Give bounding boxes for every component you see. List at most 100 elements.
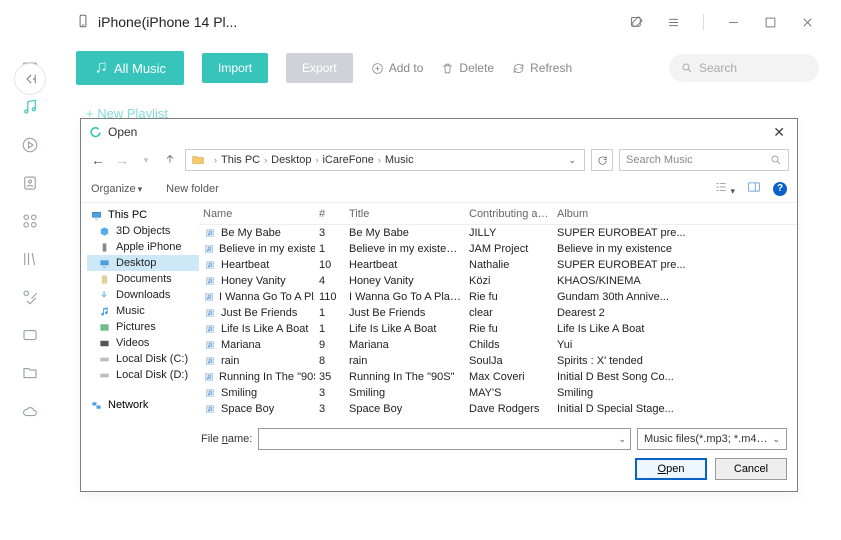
- crumb-segment[interactable]: This PC: [221, 154, 260, 166]
- view-mode-button[interactable]: ▾: [714, 180, 735, 197]
- delete-button[interactable]: Delete: [441, 61, 494, 75]
- music-file-icon: [203, 307, 217, 319]
- dialog-navbar: ← → ▾ › This PC › Desktop › iCareFone › …: [81, 145, 797, 175]
- minimize-icon[interactable]: [726, 15, 741, 30]
- crumb-segment[interactable]: Desktop: [271, 154, 311, 166]
- help-icon[interactable]: ?: [773, 182, 787, 196]
- file-row[interactable]: Smiling3SmilingMAY'SSmiling: [199, 385, 797, 401]
- dialog-toolbar: Organize▾ New folder ▾ ?: [81, 175, 797, 203]
- music-file-icon: [203, 371, 215, 383]
- search-input[interactable]: Search: [669, 54, 819, 82]
- music-file-icon: [203, 387, 217, 399]
- crumb-segment[interactable]: iCareFone: [322, 154, 373, 166]
- breadcrumb[interactable]: › This PC › Desktop › iCareFone › Music …: [185, 149, 585, 171]
- close-icon[interactable]: [800, 15, 815, 30]
- column-header[interactable]: #: [315, 208, 345, 220]
- tree-network[interactable]: Network: [87, 397, 199, 413]
- crumb-segment[interactable]: Music: [385, 154, 414, 166]
- bookmarks-icon[interactable]: [21, 288, 39, 306]
- file-row[interactable]: rain8rainSoulJaSpirits : X' tended: [199, 353, 797, 369]
- file-row[interactable]: Heartbeat10HeartbeatNathalieSUPER EUROBE…: [199, 257, 797, 273]
- video-icon[interactable]: [21, 136, 39, 154]
- tree-item[interactable]: Music: [87, 303, 199, 319]
- back-button[interactable]: [14, 63, 46, 95]
- tree-item[interactable]: Local Disk (D:): [87, 367, 199, 383]
- folder-icon: [97, 369, 111, 381]
- music-icon[interactable]: [21, 98, 39, 116]
- folder-tree: This PC 3D ObjectsApple iPhoneDesktopDoc…: [81, 203, 199, 421]
- tree-item[interactable]: Videos: [87, 335, 199, 351]
- dialog-title: Open: [108, 125, 137, 139]
- file-open-dialog: Open ✕ ← → ▾ › This PC › Desktop › iCare…: [80, 118, 798, 492]
- folder-icon: [97, 337, 111, 349]
- chevron-down-icon[interactable]: ⌄: [618, 434, 626, 445]
- music-file-icon: [203, 355, 217, 367]
- column-header[interactable]: Title: [345, 208, 465, 220]
- file-row[interactable]: Running In The "90S"35Running In The "90…: [199, 369, 797, 385]
- filename-input[interactable]: ⌄: [258, 428, 631, 450]
- tree-item[interactable]: Pictures: [87, 319, 199, 335]
- refresh-icon[interactable]: [591, 149, 613, 171]
- app-toolbar: iPhone(iPhone 14 Pl...: [60, 0, 841, 44]
- messages-icon[interactable]: [21, 326, 39, 344]
- file-row[interactable]: Just Be Friends1Just Be FriendsclearDear…: [199, 305, 797, 321]
- open-button[interactable]: Open: [635, 458, 707, 480]
- file-row[interactable]: I Wanna Go To A Pl...110I Wanna Go To A …: [199, 289, 797, 305]
- menu-icon[interactable]: [666, 15, 681, 30]
- folder-icon: [97, 353, 111, 365]
- organize-button[interactable]: Organize▾: [91, 183, 142, 195]
- folder-icon: [97, 257, 111, 269]
- file-row[interactable]: Believe in my existe...1Believe in my ex…: [199, 241, 797, 257]
- add-to-button[interactable]: Add to: [371, 61, 424, 75]
- file-row[interactable]: Honey Vanity4Honey VanityKöziKHAOS/KINEM…: [199, 273, 797, 289]
- tree-item[interactable]: Downloads: [87, 287, 199, 303]
- file-type-select[interactable]: Music files(*.mp3; *.m4a;*.aac;* ⌄: [637, 428, 787, 450]
- breadcrumb-dropdown-icon[interactable]: ⌄: [568, 155, 580, 166]
- files-icon[interactable]: [21, 364, 39, 382]
- file-row[interactable]: Life Is Like A Boat1Life Is Like A BoatR…: [199, 321, 797, 337]
- preview-pane-button[interactable]: [747, 180, 761, 197]
- cancel-button[interactable]: Cancel: [715, 458, 787, 480]
- tree-item[interactable]: Apple iPhone: [87, 239, 199, 255]
- file-row[interactable]: Space Boy3Space BoyDave RodgersInitial D…: [199, 401, 797, 417]
- cloud-icon[interactable]: [21, 402, 39, 420]
- all-music-label: All Music: [114, 61, 166, 76]
- books-icon[interactable]: [21, 250, 39, 268]
- import-button[interactable]: Import: [202, 53, 268, 83]
- edit-icon[interactable]: [629, 15, 644, 30]
- apps-icon[interactable]: [21, 212, 39, 230]
- nav-up-icon[interactable]: [161, 152, 179, 168]
- network-icon: [89, 399, 103, 411]
- file-list-header: Name # Title Contributing artists Album: [199, 203, 797, 225]
- nav-back-icon[interactable]: ←: [89, 152, 107, 168]
- column-header[interactable]: Album: [553, 208, 797, 220]
- folder-icon: [97, 305, 111, 317]
- music-file-icon: [203, 339, 217, 351]
- music-file-icon: [203, 275, 217, 287]
- new-folder-button[interactable]: New folder: [166, 183, 219, 195]
- file-row[interactable]: Be My Babe3Be My BabeJILLYSUPER EUROBEAT…: [199, 225, 797, 241]
- maximize-icon[interactable]: [763, 15, 778, 30]
- column-header[interactable]: Name: [199, 208, 315, 220]
- refresh-button[interactable]: Refresh: [512, 61, 572, 75]
- column-header[interactable]: Contributing artists: [465, 208, 553, 220]
- export-button[interactable]: Export: [286, 53, 353, 83]
- chevron-down-icon: ▾: [138, 184, 143, 194]
- file-row[interactable]: Mariana9MarianaChildsYui: [199, 337, 797, 353]
- nav-forward-icon: →: [113, 152, 131, 168]
- chevron-down-icon[interactable]: ▾: [137, 155, 155, 166]
- tree-this-pc[interactable]: This PC: [87, 207, 199, 223]
- dialog-close-button[interactable]: ✕: [769, 124, 789, 141]
- folder-icon: [190, 153, 206, 167]
- chevron-down-icon[interactable]: ⌄: [772, 434, 780, 445]
- all-music-button[interactable]: All Music: [76, 51, 184, 85]
- file-list: Name # Title Contributing artists Album …: [199, 203, 797, 421]
- tree-item[interactable]: Local Disk (C:): [87, 351, 199, 367]
- divider: [703, 14, 704, 30]
- music-file-icon: [203, 403, 217, 415]
- tree-item[interactable]: Documents: [87, 271, 199, 287]
- tree-item[interactable]: 3D Objects: [87, 223, 199, 239]
- tree-item[interactable]: Desktop: [87, 255, 199, 271]
- dialog-search-input[interactable]: Search Music: [619, 149, 789, 171]
- contacts-icon[interactable]: [21, 174, 39, 192]
